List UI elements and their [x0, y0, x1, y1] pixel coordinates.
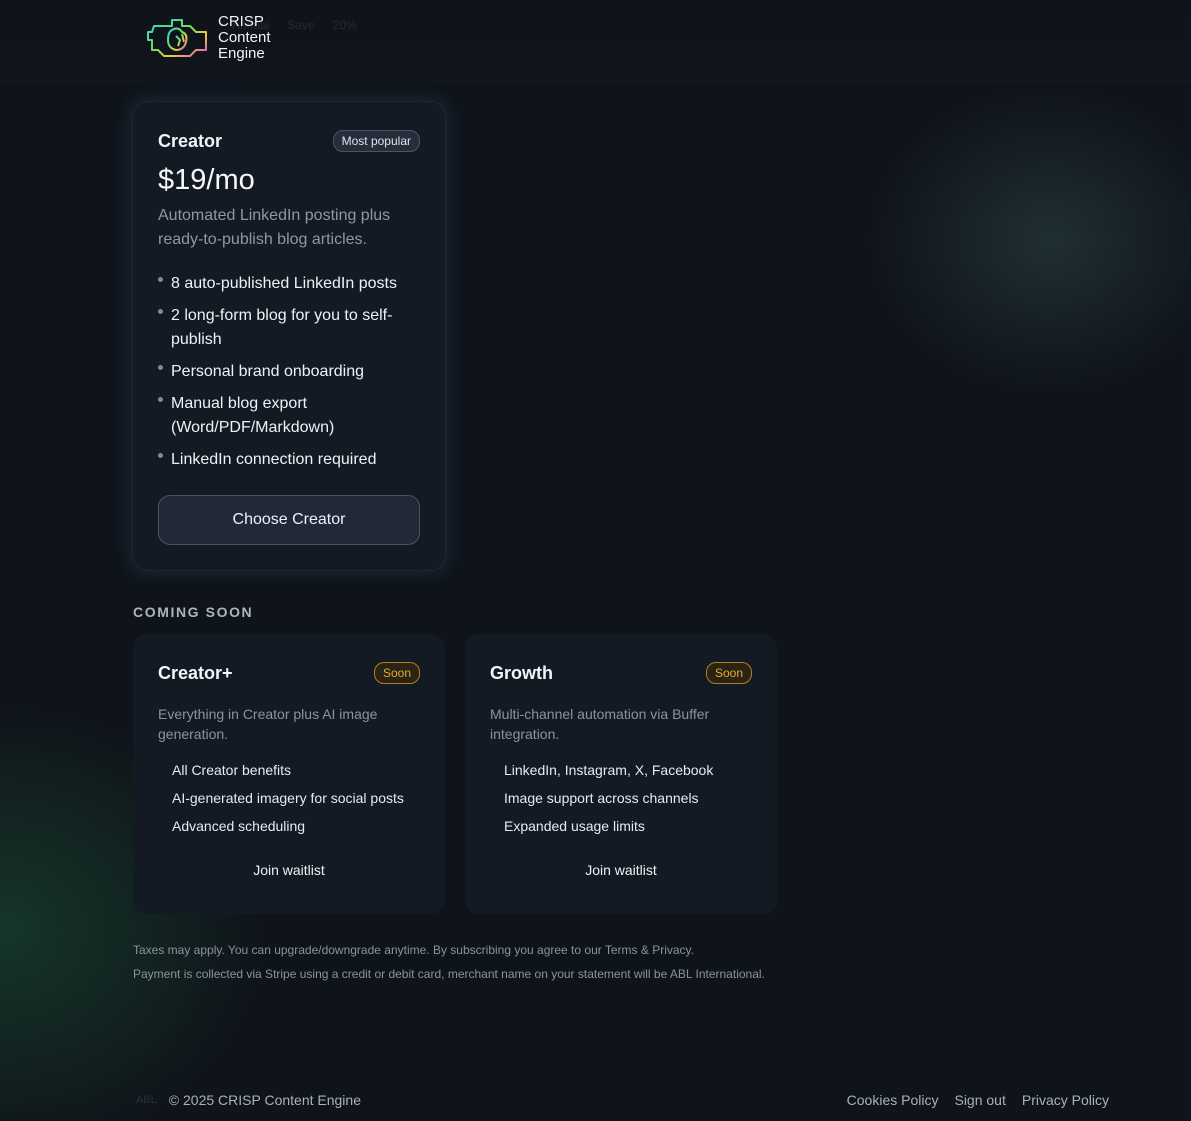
- fine-print-payment: Payment is collected via Stripe using a …: [133, 967, 765, 981]
- logo-line-2: Content: [218, 29, 271, 46]
- plan-description: Multi-channel automation via Buffer inte…: [490, 706, 710, 742]
- fine-print: Taxes may apply. You can upgrade/downgra…: [133, 938, 765, 986]
- fine-print-taxes: Taxes may apply. You can upgrade/downgra…: [133, 943, 694, 957]
- plan-description: Automated LinkedIn posting plus ready-to…: [158, 207, 391, 248]
- plan-card-header: Creator Most popular: [158, 130, 420, 152]
- sign-out-link[interactable]: Sign out: [954, 1092, 1005, 1108]
- feature-item: AI-generated imagery for social posts: [172, 790, 404, 806]
- soon-badge: Soon: [373, 662, 420, 684]
- plan-name: Creator: [158, 130, 223, 151]
- plan-feature-list: 8 auto-published LinkedIn posts 2 long-f…: [158, 272, 420, 480]
- coming-soon-heading: COMING SOON: [133, 604, 254, 620]
- ghost-annual: Annual: [232, 18, 270, 32]
- feature-item: Image support across channels: [504, 790, 699, 806]
- engine-logo-icon: [147, 19, 207, 57]
- feature-item: 8 auto-published LinkedIn posts: [158, 272, 420, 296]
- plan-price: $19/mo: [158, 164, 255, 196]
- feature-item: Manual blog export (Word/PDF/Markdown): [158, 392, 420, 440]
- billing-toggle-ghost: Annual Save 20%: [232, 18, 357, 32]
- feature-item: Personal brand onboarding: [158, 360, 420, 384]
- ghost-save: Save: [287, 18, 315, 32]
- feature-item: Advanced scheduling: [172, 818, 306, 834]
- plan-card-header: Creator+ Soon: [158, 662, 420, 684]
- feature-item: Expanded usage limits: [504, 818, 645, 834]
- footer-ghost-mark: ABL: [136, 1094, 157, 1106]
- soon-badge: Soon: [705, 662, 752, 684]
- feature-item: All Creator benefits: [172, 762, 292, 778]
- plan-card-header: Growth Soon: [490, 662, 752, 684]
- join-waitlist-button[interactable]: Join waitlist: [158, 858, 420, 882]
- ghost-percent: 20%: [332, 18, 357, 32]
- plan-card-creator-plus: Creator+ Soon Everything in Creator plus…: [133, 634, 445, 914]
- feature-item: 2 long-form blog for you to self-publish: [158, 304, 420, 352]
- plan-description: Everything in Creator plus AI image gene…: [158, 706, 378, 742]
- cookies-policy-link[interactable]: Cookies Policy: [847, 1092, 939, 1108]
- most-popular-badge: Most popular: [332, 130, 420, 152]
- join-waitlist-button[interactable]: Join waitlist: [490, 858, 752, 882]
- top-bar: CRISP Content Engine Annual Save 20%: [0, 0, 1191, 84]
- plan-feature-list: LinkedIn, Instagram, X, Facebook Image s…: [504, 760, 713, 844]
- plan-card-creator: Creator Most popular $19/mo Automated Li…: [133, 102, 445, 570]
- logo-line-3: Engine: [218, 45, 265, 62]
- plan-card-growth: Growth Soon Multi-channel automation via…: [465, 634, 777, 914]
- plan-feature-list: All Creator benefits AI-generated imager…: [172, 760, 404, 844]
- privacy-policy-link[interactable]: Privacy Policy: [1022, 1092, 1109, 1108]
- plan-name: Creator+: [158, 662, 233, 683]
- footer-links: Cookies Policy Sign out Privacy Policy: [847, 1092, 1109, 1108]
- feature-item: LinkedIn connection required: [158, 448, 420, 472]
- plan-name: Growth: [490, 662, 553, 683]
- feature-item: LinkedIn, Instagram, X, Facebook: [504, 762, 714, 778]
- footer-left: ABL © 2025 CRISP Content Engine: [136, 1092, 361, 1108]
- copyright-text: © 2025 CRISP Content Engine: [168, 1092, 361, 1108]
- choose-creator-button[interactable]: Choose Creator: [158, 495, 420, 545]
